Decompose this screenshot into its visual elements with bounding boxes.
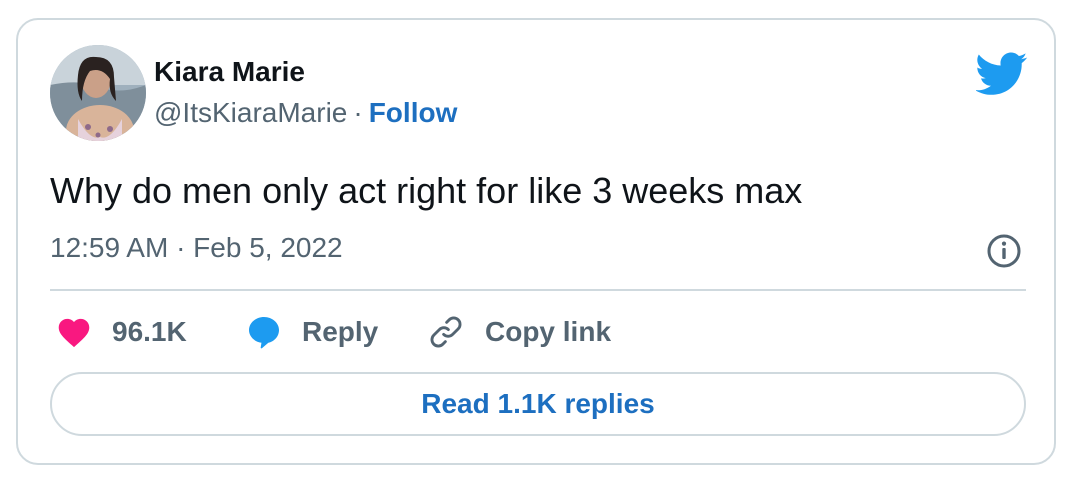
speech-bubble-icon [249, 317, 279, 349]
copy-link-label: Copy link [485, 316, 612, 347]
read-replies-button[interactable]: Read 1.1K replies [50, 372, 1026, 436]
reply-button[interactable]: Reply [246, 312, 378, 352]
avatar-photo [50, 45, 146, 141]
twitter-bird-icon[interactable] [976, 52, 1028, 96]
like-count: 96.1K [112, 316, 187, 347]
divider [50, 289, 1026, 291]
tweet-card: Kiara Marie @ItsKiaraMarie · Follow Why do… [16, 18, 1056, 465]
handle-line: @ItsKiaraMarie · Follow [154, 97, 457, 129]
author-handle[interactable]: @ItsKiaraMarie [154, 97, 347, 128]
heart-icon [58, 318, 90, 348]
tweet-timestamp[interactable]: 12:59 AM · Feb 5, 2022 [50, 232, 343, 264]
follow-link[interactable]: Follow [369, 97, 458, 128]
info-icon[interactable] [986, 233, 1022, 269]
copy-link-button[interactable]: Copy link [427, 312, 611, 352]
link-icon [430, 316, 462, 348]
avatar[interactable] [50, 45, 146, 141]
like-button[interactable]: 96.1K [56, 312, 187, 352]
reply-label: Reply [302, 316, 379, 347]
author-name[interactable]: Kiara Marie [154, 56, 305, 88]
separator-dot: · [353, 97, 363, 128]
tweet-text: Why do men only act right for like 3 wee… [50, 170, 803, 211]
